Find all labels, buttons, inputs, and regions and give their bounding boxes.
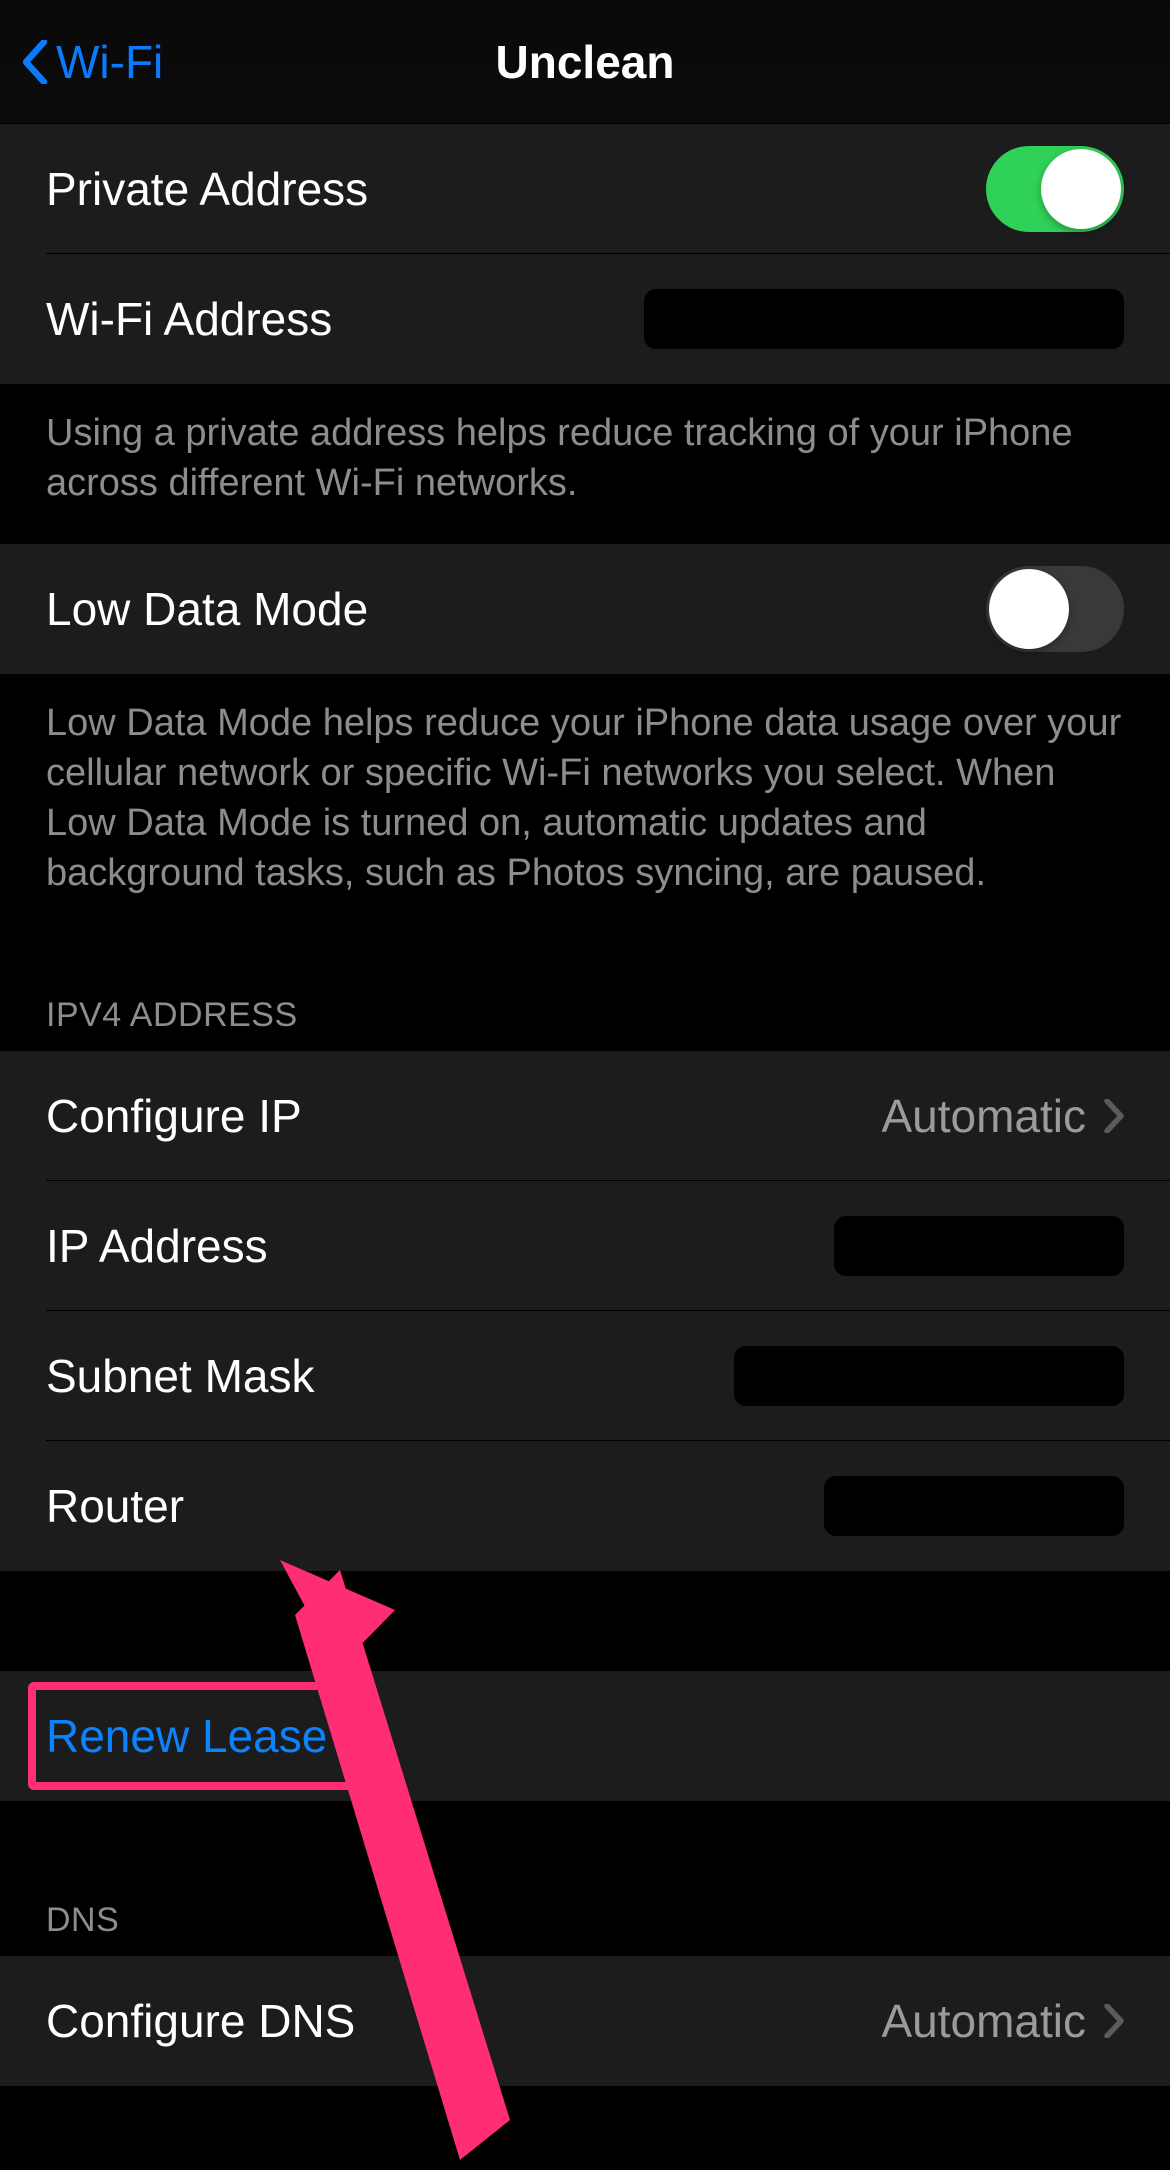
low-data-mode-toggle[interactable] (986, 566, 1124, 652)
row-configure-dns[interactable]: Configure DNS Automatic (0, 1956, 1170, 2086)
router-value-redacted (824, 1476, 1124, 1536)
toggle-knob (989, 569, 1069, 649)
row-low-data-mode: Low Data Mode (0, 544, 1170, 674)
router-label: Router (46, 1479, 184, 1533)
renew-lease-button[interactable]: Renew Lease (46, 1709, 327, 1763)
row-configure-ip[interactable]: Configure IP Automatic (0, 1051, 1170, 1181)
private-address-label: Private Address (46, 162, 368, 216)
row-router: Router (0, 1441, 1170, 1571)
row-ip-address: IP Address (0, 1181, 1170, 1311)
wifi-address-value-redacted (644, 289, 1124, 349)
row-renew-lease[interactable]: Renew Lease (0, 1671, 1170, 1801)
row-private-address: Private Address (0, 124, 1170, 254)
chevron-right-icon (1104, 2004, 1124, 2038)
page-title: Unclean (0, 35, 1170, 89)
dns-header: DNS (0, 1801, 1170, 1956)
back-label: Wi-Fi (56, 35, 163, 89)
chevron-right-icon (1104, 1099, 1124, 1133)
back-button[interactable]: Wi-Fi (22, 35, 163, 89)
section-dns: Configure DNS Automatic (0, 1956, 1170, 2086)
nav-bar: Wi-Fi Unclean (0, 0, 1170, 124)
subnet-mask-value-redacted (734, 1346, 1124, 1406)
section-low-data-mode: Low Data Mode (0, 544, 1170, 674)
low-data-mode-footer: Low Data Mode helps reduce your iPhone d… (0, 674, 1170, 934)
private-address-toggle[interactable] (986, 146, 1124, 232)
ipv4-header: IPV4 ADDRESS (0, 934, 1170, 1051)
section-private-address: Private Address Wi-Fi Address (0, 124, 1170, 384)
row-subnet-mask: Subnet Mask (0, 1311, 1170, 1441)
section-gap (0, 1571, 1170, 1671)
configure-ip-right: Automatic (881, 1089, 1124, 1143)
private-address-footer: Using a private address helps reduce tra… (0, 384, 1170, 544)
low-data-mode-label: Low Data Mode (46, 582, 368, 636)
configure-ip-label: Configure IP (46, 1089, 302, 1143)
configure-dns-label: Configure DNS (46, 1994, 355, 2048)
subnet-mask-label: Subnet Mask (46, 1349, 314, 1403)
ip-address-value-redacted (834, 1216, 1124, 1276)
configure-ip-value: Automatic (881, 1089, 1086, 1143)
row-wifi-address: Wi-Fi Address (0, 254, 1170, 384)
toggle-knob (1041, 149, 1121, 229)
configure-dns-value: Automatic (881, 1994, 1086, 2048)
wifi-address-label: Wi-Fi Address (46, 292, 332, 346)
chevron-left-icon (22, 40, 48, 84)
ip-address-label: IP Address (46, 1219, 268, 1273)
section-ipv4: Configure IP Automatic IP Address Subnet… (0, 1051, 1170, 1571)
section-renew-lease: Renew Lease (0, 1671, 1170, 1801)
configure-dns-right: Automatic (881, 1994, 1124, 2048)
